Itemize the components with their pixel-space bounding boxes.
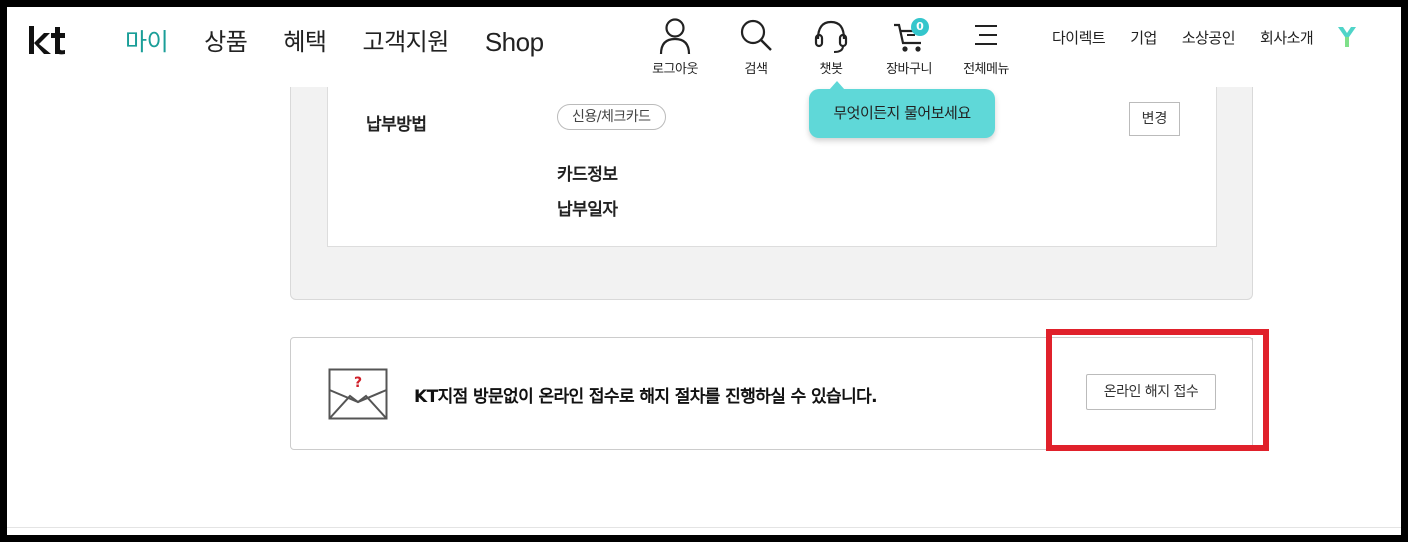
nav-item-support[interactable]: 고객지원 [363, 27, 450, 57]
kt-logo[interactable] [27, 24, 71, 56]
toplink-company[interactable]: 회사소개 [1260, 27, 1314, 48]
nav-item-benefits[interactable]: 혜택 [283, 27, 327, 57]
cart-button[interactable]: 0 장바구니 [869, 17, 949, 77]
page-frame: 마이 상품 혜택 고객지원 Shop 로그아웃 검색 챗봇 0 장바구니 전체메… [7, 7, 1401, 535]
highlight-box [1046, 329, 1269, 451]
nav-item-products[interactable]: 상품 [204, 27, 248, 57]
nav-item-shop[interactable]: Shop [485, 27, 544, 57]
search-icon [740, 19, 772, 51]
bottom-divider [7, 527, 1401, 528]
change-payment-button[interactable]: 변경 [1129, 102, 1180, 136]
envelope-question-icon: ? [328, 368, 388, 420]
search-label: 검색 [744, 62, 768, 77]
pay-date-label: 납부일자 [557, 200, 618, 220]
card-info-label: 카드정보 [557, 165, 618, 185]
all-menu-button[interactable]: 전체메뉴 [946, 17, 1026, 77]
payment-panel: 납부방법 신용/체크카드 변경 카드정보 납부일자 [290, 87, 1253, 300]
payment-method-label: 납부방법 [366, 115, 427, 135]
question-mark: ? [354, 375, 362, 391]
all-menu-label: 전체메뉴 [963, 62, 1009, 77]
menu-icon [975, 25, 997, 45]
y-brand-icon[interactable] [1336, 25, 1358, 49]
main-nav: 마이 상품 혜택 고객지원 Shop [125, 27, 580, 57]
person-icon [659, 18, 691, 55]
top-links: 다이렉트 기업 소상공인 회사소개 [1052, 25, 1358, 49]
nav-item-my[interactable]: 마이 [125, 27, 169, 57]
logout-label: 로그아웃 [652, 62, 698, 77]
cart-count-badge: 0 [911, 18, 929, 36]
cart-label: 장바구니 [886, 62, 932, 77]
payment-info-box: 납부방법 신용/체크카드 변경 카드정보 납부일자 [327, 87, 1217, 247]
chatbot-label: 챗봇 [819, 62, 843, 77]
toplink-enterprise[interactable]: 기업 [1130, 27, 1157, 48]
cancel-message: KT지점 방문없이 온라인 접수로 해지 절차를 진행하실 수 있습니다. [414, 387, 878, 407]
toplink-direct[interactable]: 다이렉트 [1052, 27, 1106, 48]
chatbot-button[interactable]: 챗봇 [791, 17, 871, 77]
logout-button[interactable]: 로그아웃 [635, 17, 715, 77]
headset-icon [814, 20, 848, 53]
search-button[interactable]: 검색 [716, 17, 796, 77]
chatbot-tooltip[interactable]: 무엇이든지 물어보세요 [809, 81, 995, 138]
toplink-small-business[interactable]: 소상공인 [1182, 27, 1236, 48]
payment-method-chip: 신용/체크카드 [557, 104, 666, 130]
